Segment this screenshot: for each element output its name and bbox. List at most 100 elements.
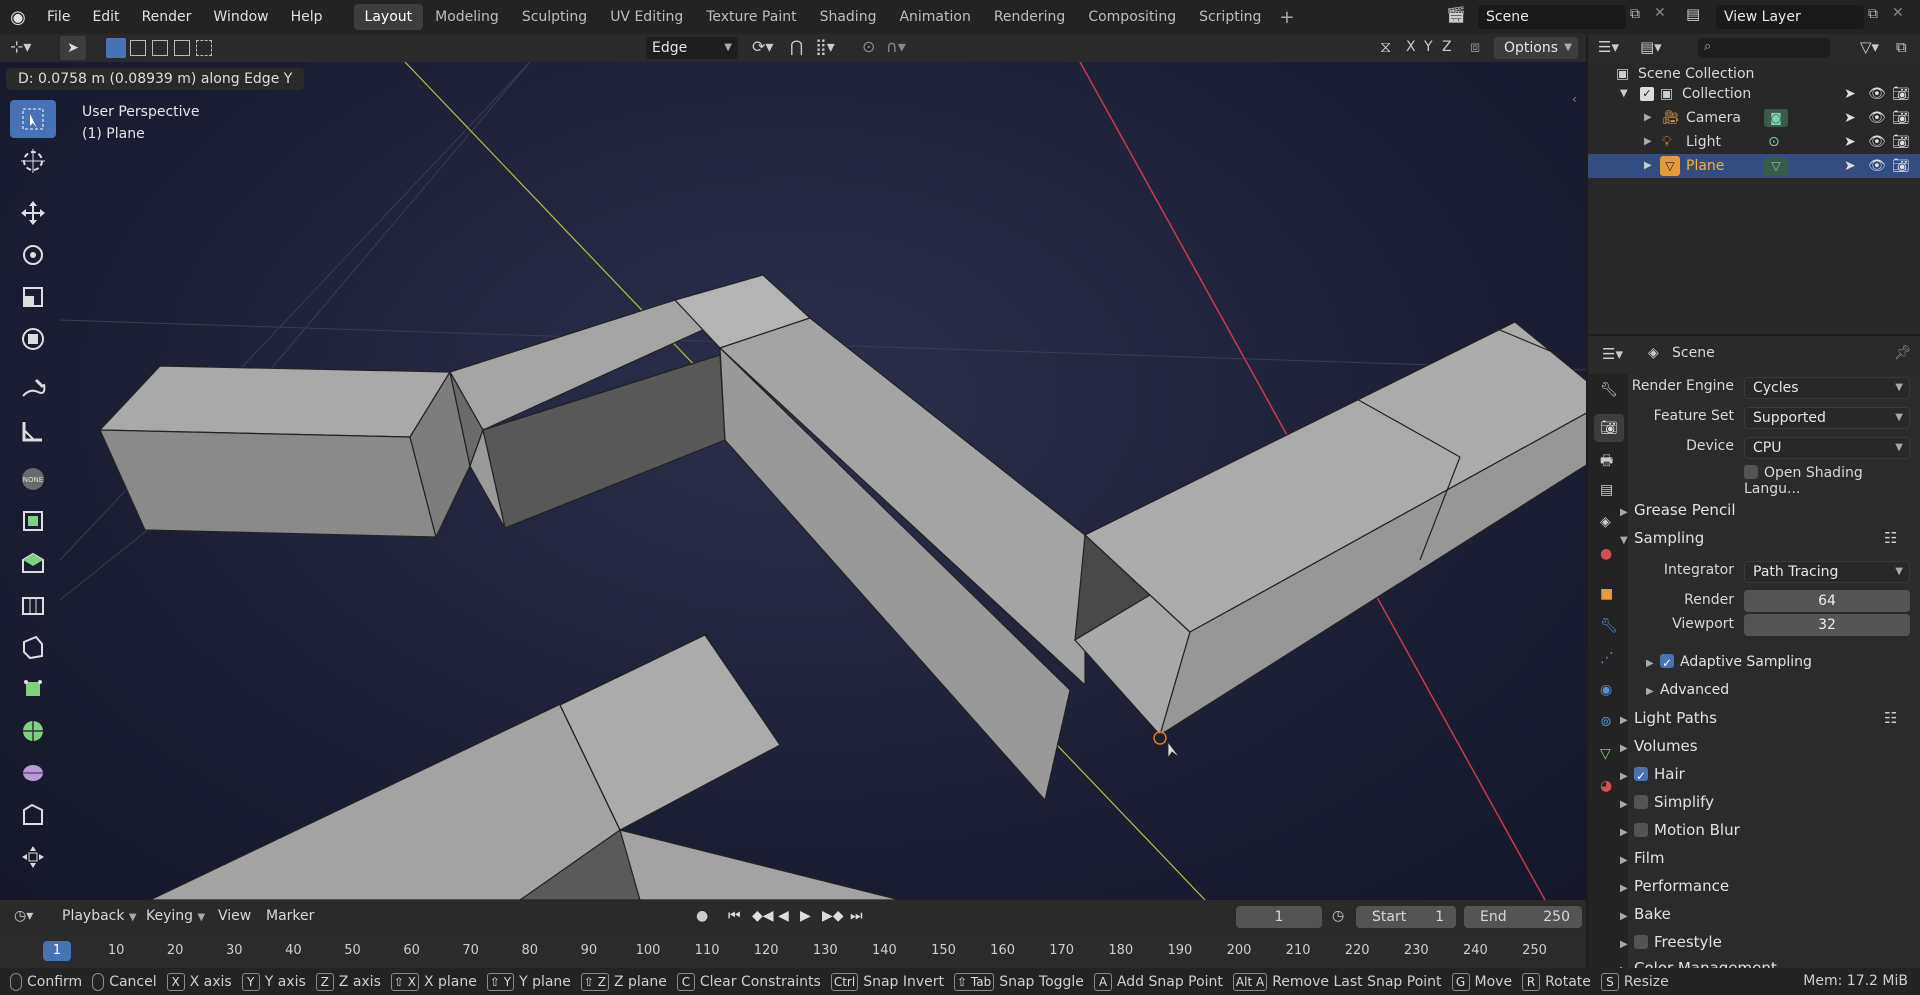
selectable-icon[interactable]: ➤ — [1844, 82, 1856, 106]
timeline-menu-keying[interactable]: Keying ▼ — [146, 908, 205, 924]
scene-type-icon[interactable]: 🎬︎ — [1446, 5, 1466, 24]
shrink-fatten-tool[interactable] — [10, 838, 56, 876]
feature-set-select[interactable]: Supported ▼ — [1744, 407, 1910, 429]
bevel-tool[interactable] — [10, 586, 56, 624]
axis-x-toggle[interactable]: X — [1406, 39, 1416, 55]
freestyle-checkbox[interactable] — [1634, 935, 1648, 949]
presets-list-icon[interactable]: ☷ — [1884, 526, 1897, 550]
poly-build-tool[interactable] — [10, 712, 56, 750]
panel-volumes[interactable]: ▶ Volumes — [1620, 734, 1920, 758]
tab-layout[interactable]: Layout — [353, 4, 424, 30]
outliner-search-input[interactable]: ⌕ — [1698, 38, 1830, 58]
menu-help[interactable]: Help — [280, 0, 334, 34]
select-mode-invert-icon[interactable] — [174, 40, 190, 56]
select-box-tool[interactable] — [10, 100, 56, 138]
timeline-menu-marker[interactable]: Marker — [266, 908, 314, 924]
extrude-tool[interactable] — [10, 502, 56, 540]
delete-view-layer-icon[interactable]: ✕ — [1892, 5, 1904, 21]
panel-grease-pencil[interactable]: ▶ Grease Pencil — [1620, 498, 1920, 522]
tab-sculpting[interactable]: Sculpting — [511, 4, 598, 30]
panel-simplify[interactable]: ▶ Simplify — [1620, 790, 1920, 814]
tab-uv-editing[interactable]: UV Editing — [599, 4, 694, 30]
select-mode-extend-icon[interactable] — [130, 40, 146, 56]
smooth-tool[interactable] — [10, 796, 56, 834]
jump-start-icon[interactable]: ⏮ — [728, 908, 741, 924]
osl-checkbox[interactable] — [1744, 465, 1758, 479]
world-tab-icon[interactable]: ● — [1600, 546, 1612, 562]
blender-logo-icon[interactable]: ◉ — [0, 7, 36, 28]
select-tool-icon[interactable]: ➤ — [60, 36, 86, 60]
view-layer-selector[interactable]: View Layer — [1716, 5, 1864, 29]
tab-compositing[interactable]: Compositing — [1077, 4, 1187, 30]
3d-viewport[interactable]: D: 0.0758 m (0.08939 m) along Edge Y Use… — [0, 62, 1586, 900]
menu-window[interactable]: Window — [202, 0, 279, 34]
mirror-icon[interactable]: ⧖ — [1380, 37, 1391, 57]
camera-data-icon[interactable]: ◙ — [1764, 109, 1788, 127]
disclosure-triangle-icon[interactable]: ▶ — [1644, 154, 1652, 178]
axis-z-toggle[interactable]: Z — [1442, 39, 1452, 55]
measure-tool[interactable] — [10, 412, 56, 450]
menu-file[interactable]: File — [36, 0, 81, 34]
tab-modeling[interactable]: Modeling — [424, 4, 510, 30]
delete-scene-icon[interactable]: ✕ — [1654, 5, 1666, 21]
visibility-eye-icon[interactable]: 👁︎ — [1868, 130, 1886, 154]
auto-keying-icon[interactable]: ● — [696, 908, 708, 924]
annotate-tool[interactable] — [10, 370, 56, 408]
scene-selector[interactable]: Scene — [1478, 5, 1626, 29]
select-mode-new-icon[interactable] — [106, 38, 126, 58]
play-icon[interactable]: ▶ — [800, 908, 811, 924]
physics-tab-icon[interactable]: ◉ — [1600, 682, 1612, 698]
options-dropdown[interactable]: Options ▼ — [1494, 37, 1578, 59]
menu-render[interactable]: Render — [131, 0, 203, 34]
tab-animation[interactable]: Animation — [888, 4, 981, 30]
exclude-checkbox[interactable]: ✓ — [1640, 87, 1654, 101]
select-mode-intersect-icon[interactable] — [196, 40, 212, 56]
display-mode-icon[interactable]: ▤▾ — [1640, 38, 1662, 56]
presets-list-icon[interactable]: ☷ — [1884, 706, 1897, 730]
select-mode-dropdown[interactable]: Edge ▼ — [646, 37, 738, 59]
data-tab-icon[interactable]: ▽ — [1600, 746, 1611, 762]
timeline-editor-icon[interactable]: ◷▾ — [14, 908, 33, 924]
spin-tool[interactable] — [10, 754, 56, 792]
simplify-checkbox[interactable] — [1634, 795, 1648, 809]
tab-texture-paint[interactable]: Texture Paint — [695, 4, 807, 30]
transform-pivot-icon[interactable]: ⟳▾ — [752, 37, 773, 56]
panel-freestyle[interactable]: ▶ Freestyle — [1620, 930, 1920, 954]
panel-hair[interactable]: ▶ Hair — [1620, 762, 1920, 788]
visibility-eye-icon[interactable]: 👁︎ — [1868, 82, 1886, 106]
outliner-editor-icon[interactable]: ☰▾ — [1598, 38, 1619, 56]
pin-icon[interactable]: 📌︎ — [1894, 345, 1912, 361]
auto-merge-icon[interactable]: ⧈ — [1470, 37, 1480, 57]
modifier-tab-icon[interactable]: 🔧︎ — [1600, 618, 1618, 634]
new-view-layer-icon[interactable]: ⧉ — [1868, 6, 1878, 22]
render-engine-select[interactable]: Cycles ▼ — [1744, 377, 1910, 399]
tool-tab-icon[interactable]: 🔧︎ — [1600, 382, 1618, 398]
disclosure-triangle-icon[interactable]: ▶ — [1644, 130, 1652, 154]
snap-icon[interactable]: ⋂ — [790, 37, 803, 56]
cursor-tool[interactable] — [10, 142, 56, 180]
render-camera-icon[interactable]: 📷︎ — [1892, 130, 1910, 154]
view-layer-tab-icon[interactable]: ▤ — [1600, 482, 1613, 498]
mesh-data-icon[interactable]: ▽ — [1764, 157, 1788, 175]
tab-shading[interactable]: Shading — [809, 4, 888, 30]
panel-sampling[interactable]: ▼ Sampling ☷ — [1620, 526, 1920, 550]
selectable-icon[interactable]: ➤ — [1844, 154, 1856, 178]
render-camera-icon[interactable]: 📷︎ — [1892, 106, 1910, 130]
outliner-row-light[interactable]: ▶ 💡︎ Light ⊙ ➤ 👁︎ 📷︎ — [1588, 130, 1920, 154]
falloff-icon[interactable]: ∩▾ — [886, 37, 906, 56]
current-frame-field[interactable]: 1 — [1236, 906, 1322, 928]
render-camera-icon[interactable]: 📷︎ — [1892, 154, 1910, 178]
constraints-tab-icon[interactable]: ⊚ — [1600, 714, 1612, 730]
disclosure-triangle-icon[interactable]: ▼ — [1620, 82, 1628, 106]
visibility-eye-icon[interactable]: 👁︎ — [1868, 106, 1886, 130]
play-reverse-icon[interactable]: ◀ — [778, 908, 789, 924]
menu-edit[interactable]: Edit — [81, 0, 130, 34]
scene-tab-icon[interactable]: ◈ — [1600, 514, 1611, 530]
light-data-icon[interactable]: ⊙ — [1768, 130, 1780, 154]
material-tab-icon[interactable]: ◕ — [1600, 778, 1612, 794]
select-mode-subtract-icon[interactable] — [152, 40, 168, 56]
snap-target-icon[interactable]: ⣿▾ — [815, 37, 835, 56]
view-layer-icon[interactable]: ▤ — [1686, 5, 1700, 23]
properties-editor-icon[interactable]: ☰▾ — [1602, 345, 1623, 363]
tab-scripting[interactable]: Scripting — [1188, 4, 1272, 30]
